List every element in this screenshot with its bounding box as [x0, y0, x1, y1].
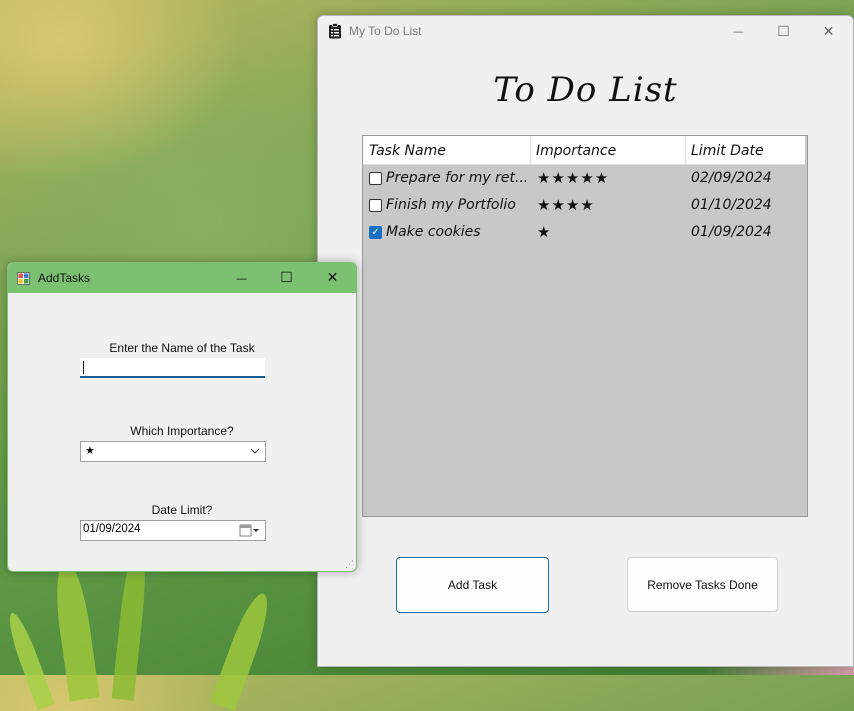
column-header-task-name[interactable]: Task Name: [363, 136, 530, 164]
chevron-down-icon: [250, 448, 260, 454]
task-date: 02/09/2024: [691, 170, 772, 186]
todo-main-window: My To Do List — ☐ ✕ To Do List Task Name…: [317, 15, 854, 667]
table-row[interactable]: ✓ Make cookies ★ 01/09/2024: [363, 219, 805, 246]
main-window-title: My To Do List: [349, 24, 422, 38]
close-button[interactable]: ✕: [806, 16, 851, 47]
task-name: Finish my Portfolio: [386, 197, 516, 213]
task-importance: ★★★★: [537, 196, 595, 214]
date-picker[interactable]: 01/09/2024: [80, 520, 266, 541]
table-row[interactable]: Prepare for my ret... ★★★★★ 02/09/2024: [363, 165, 805, 192]
form-icon: [17, 272, 30, 285]
task-name: Make cookies: [386, 224, 481, 240]
maximize-button[interactable]: ☐: [761, 16, 806, 47]
task-list[interactable]: Task Name Importance Limit Date Prepare …: [362, 135, 808, 517]
close-icon: ✕: [822, 23, 835, 40]
task-name: Prepare for my ret...: [386, 170, 526, 186]
task-name-input[interactable]: [80, 358, 265, 378]
maximize-button[interactable]: ☐: [264, 263, 309, 293]
checkmark-icon: ✓: [371, 227, 380, 238]
maximize-icon: ☐: [280, 270, 293, 286]
maximize-icon: ☐: [777, 23, 790, 40]
add-task-button[interactable]: Add Task: [396, 557, 549, 613]
column-header-importance[interactable]: Importance: [530, 136, 685, 164]
minimize-icon: —: [236, 271, 247, 285]
grass-blade: [50, 558, 100, 702]
grass-blade: [210, 589, 276, 711]
add-titlebar[interactable]: AddTasks — ☐ ✕: [8, 263, 356, 293]
minimize-icon: —: [733, 25, 744, 38]
minimize-button[interactable]: —: [219, 263, 264, 293]
main-titlebar[interactable]: My To Do List — ☐ ✕: [318, 16, 853, 47]
close-button[interactable]: ✕: [310, 263, 355, 293]
task-date: 01/09/2024: [691, 224, 772, 240]
task-checkbox[interactable]: [369, 172, 382, 185]
table-row[interactable]: Finish my Portfolio ★★★★ 01/10/2024: [363, 192, 805, 219]
importance-select[interactable]: ★: [80, 441, 266, 462]
page-title: To Do List: [493, 70, 678, 110]
task-checkbox[interactable]: ✓: [369, 226, 382, 239]
text-caret: [83, 361, 84, 374]
task-importance: ★: [537, 223, 552, 241]
resize-grip-icon[interactable]: ⋰: [345, 560, 354, 570]
close-icon: ✕: [326, 270, 339, 286]
task-importance: ★★★★★: [537, 169, 610, 187]
calendar-icon[interactable]: [239, 524, 261, 537]
column-header-limit-date[interactable]: Limit Date: [685, 136, 805, 164]
clipboard-list-icon: [329, 23, 341, 39]
remove-tasks-done-button[interactable]: Remove Tasks Done: [627, 557, 778, 612]
importance-label: Which Importance?: [130, 424, 234, 438]
add-window-title: AddTasks: [38, 271, 91, 285]
add-tasks-window: AddTasks — ☐ ✕ Enter the Name of the Tas…: [7, 262, 357, 572]
task-list-header: Task Name Importance Limit Date: [363, 136, 805, 165]
importance-selected-value: ★: [85, 444, 95, 457]
grass-blade: [3, 609, 55, 711]
task-date: 01/10/2024: [691, 197, 772, 213]
date-value: 01/09/2024: [83, 523, 141, 535]
date-limit-label: Date Limit?: [151, 503, 213, 517]
task-name-label: Enter the Name of the Task: [109, 341, 255, 355]
minimize-button[interactable]: —: [716, 16, 761, 47]
task-checkbox[interactable]: [369, 199, 382, 212]
